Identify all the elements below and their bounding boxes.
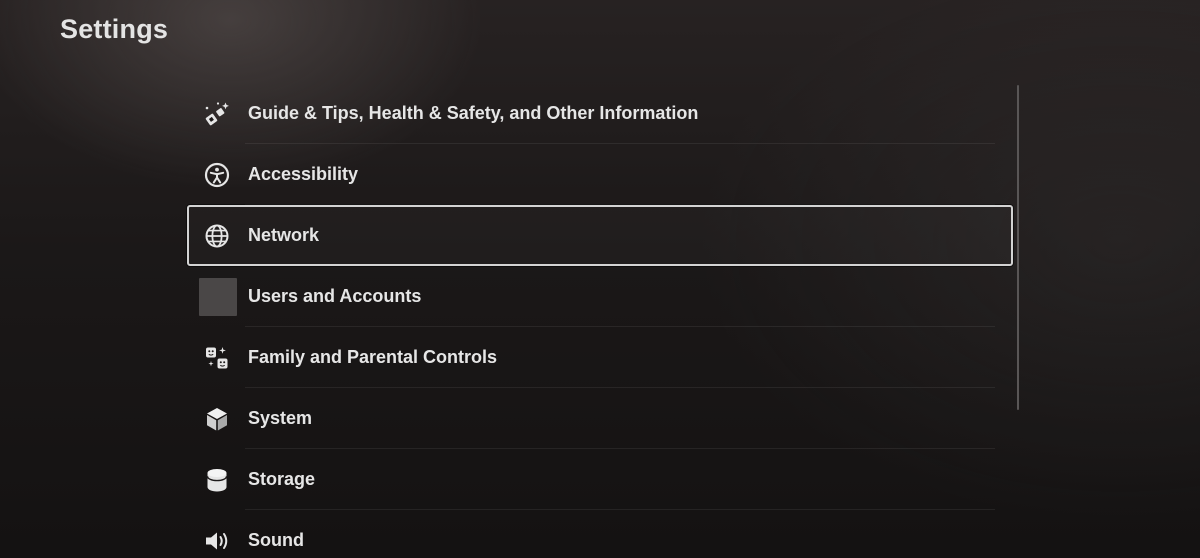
menu-item-guide-tips[interactable]: Guide & Tips, Health & Safety, and Other… — [187, 83, 1013, 144]
menu-item-label: Sound — [248, 530, 304, 550]
scrollbar[interactable] — [1017, 85, 1019, 410]
menu-item-network[interactable]: Network — [187, 205, 1013, 266]
globe-icon — [203, 222, 231, 250]
menu-item-accessibility[interactable]: Accessibility — [187, 144, 1013, 205]
menu-item-users-accounts[interactable]: Users and Accounts — [187, 266, 1013, 327]
avatar — [199, 277, 237, 316]
cube-icon — [203, 405, 231, 433]
menu-item-label: Guide & Tips, Health & Safety, and Other… — [248, 103, 699, 123]
guide-tips-icon — [203, 100, 231, 128]
accessibility-icon — [203, 161, 231, 189]
menu-item-label: Storage — [248, 469, 316, 489]
menu-item-storage[interactable]: Storage — [187, 449, 1013, 510]
menu-item-sound[interactable]: Sound — [187, 510, 1013, 558]
menu-item-family-parental[interactable]: Family and Parental Controls — [187, 327, 1013, 388]
speaker-icon — [203, 527, 231, 555]
database-icon — [203, 466, 231, 494]
menu-item-label: Network — [248, 225, 320, 245]
menu-item-system[interactable]: System — [187, 388, 1013, 449]
settings-menu: Guide & Tips, Health & Safety, and Other… — [187, 83, 1013, 558]
page-title: Settings — [60, 14, 169, 44]
menu-item-label: Users and Accounts — [248, 286, 422, 306]
family-controls-icon — [203, 344, 231, 372]
menu-item-label: Accessibility — [248, 164, 359, 184]
menu-item-label: System — [248, 408, 313, 428]
menu-item-label: Family and Parental Controls — [248, 347, 498, 367]
